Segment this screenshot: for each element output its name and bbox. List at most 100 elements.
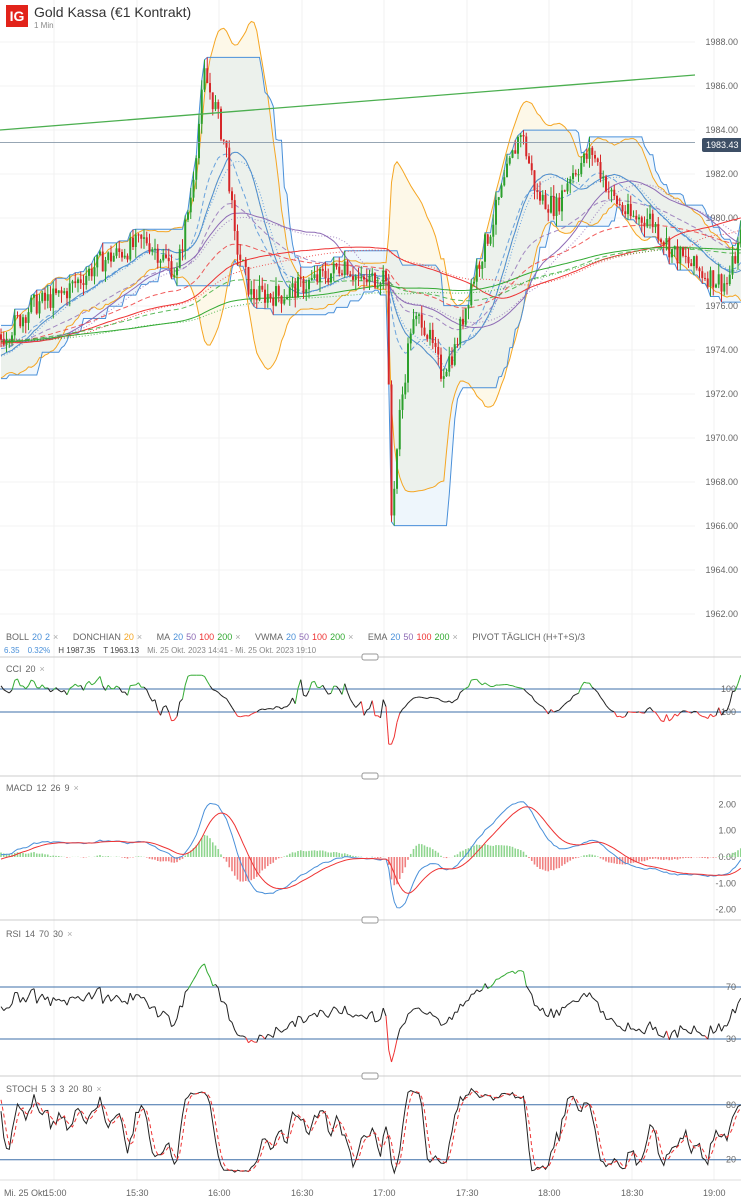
- rsi-line: [512, 970, 516, 974]
- macd-histogram-bar: [2, 853, 5, 857]
- remove-vwma-icon[interactable]: ×: [348, 632, 353, 642]
- rsi-line: [127, 993, 131, 1005]
- cci-line: [173, 716, 178, 721]
- rsi-line: [294, 1016, 299, 1027]
- boll-param: 20: [32, 632, 43, 642]
- macd-histogram-bar: [706, 857, 709, 859]
- panel-resize-handle[interactable]: [361, 653, 379, 661]
- rsi-line: [476, 989, 480, 993]
- rsi-line: [220, 1000, 224, 1003]
- rsi-line: [734, 1003, 739, 1014]
- rsi-line: [729, 1008, 733, 1020]
- candle-down: [145, 237, 148, 244]
- rsi-line: [113, 994, 117, 999]
- panel-resize-handle[interactable]: [361, 1072, 379, 1080]
- macd-histogram-bar: [728, 854, 731, 857]
- ema-param: 100: [416, 632, 432, 642]
- rsi-line: [388, 1049, 392, 1063]
- rsi-line: [534, 1004, 538, 1007]
- candle-up: [379, 284, 382, 287]
- cci-line: [212, 689, 216, 692]
- cci-line: [352, 703, 357, 708]
- ma-label[interactable]: MA: [157, 632, 171, 642]
- macd-histogram-bar: [679, 857, 682, 859]
- cci-line: [404, 702, 409, 707]
- rsi-line: [154, 1006, 159, 1018]
- cci-line: [402, 706, 406, 710]
- rsi-line: [146, 1002, 150, 1009]
- panel-resize-handle[interactable]: [361, 916, 379, 924]
- rsi-name[interactable]: RSI: [6, 929, 21, 939]
- candle-down: [231, 191, 233, 201]
- pivot-label[interactable]: PIVOT TÄGLICH (H+T+S)/3: [472, 632, 585, 642]
- candle-up: [305, 289, 308, 294]
- cci-line: [344, 683, 348, 693]
- candle-up: [473, 281, 475, 284]
- panel-resize-handle[interactable]: [361, 772, 379, 780]
- rsi-line: [635, 1028, 640, 1032]
- macd-histogram-bar: [286, 855, 288, 857]
- remove-rsi-icon[interactable]: ×: [67, 929, 72, 939]
- remove-donchian-icon[interactable]: ×: [137, 632, 142, 642]
- rsi-line: [102, 997, 106, 1004]
- cci-line: [393, 722, 398, 738]
- macd-histogram-bar: [154, 857, 156, 860]
- candle-down: [390, 384, 393, 516]
- macd-histogram-bar: [255, 857, 258, 877]
- cci-line: [278, 706, 282, 710]
- interval-label[interactable]: 1 Min: [34, 21, 54, 30]
- cci-line: [74, 683, 79, 687]
- ema-label[interactable]: EMA: [368, 632, 388, 642]
- donchian-label[interactable]: DONCHIAN: [73, 632, 121, 642]
- cci-line: [704, 716, 709, 720]
- macd-histogram-bar: [646, 857, 649, 861]
- boll-label[interactable]: BOLL: [6, 632, 29, 642]
- candle-up: [602, 176, 605, 179]
- candle-down: [437, 346, 440, 355]
- macd-histogram-bar: [332, 852, 335, 857]
- macd-histogram-bar: [437, 852, 440, 857]
- rsi-line: [305, 1015, 310, 1022]
- cci-name[interactable]: CCI: [6, 664, 22, 674]
- macd-name[interactable]: MACD: [6, 783, 33, 793]
- rsi-line: [171, 1024, 175, 1027]
- rsi-line: [492, 979, 497, 985]
- candle-down: [140, 234, 143, 239]
- candle-down: [387, 281, 390, 385]
- cci-line: [531, 695, 535, 702]
- candle-down: [585, 153, 588, 159]
- stoch-name[interactable]: STOCH: [6, 1084, 37, 1094]
- macd-histogram-bar: [588, 854, 591, 857]
- chart-canvas[interactable]: 1962.00 1964.00 1966.00 1968.00 1970.00 1972.…: [0, 0, 741, 1200]
- macd-histogram-bar: [431, 849, 434, 857]
- remove-cci-icon[interactable]: ×: [40, 664, 45, 674]
- candle-up: [195, 158, 198, 180]
- remove-ma-icon[interactable]: ×: [235, 632, 240, 642]
- ma-param: 100: [199, 632, 215, 642]
- candle-up: [396, 449, 398, 489]
- remove-stoch-icon[interactable]: ×: [96, 1084, 101, 1094]
- candle-up: [33, 294, 35, 298]
- macd-histogram-bar: [599, 857, 602, 859]
- remove-ema-icon[interactable]: ×: [453, 632, 458, 642]
- cci-line: [666, 714, 670, 722]
- macd-param: 12: [36, 783, 47, 793]
- rsi-line: [303, 1020, 307, 1024]
- candle-down: [720, 274, 723, 292]
- cci-line: [28, 679, 32, 686]
- vwma-label[interactable]: VWMA: [255, 632, 283, 642]
- candle-down: [19, 315, 22, 327]
- macd-histogram-bar: [211, 842, 214, 857]
- rsi-line: [619, 1026, 623, 1031]
- cci-line: [61, 690, 65, 693]
- candle-down: [79, 279, 82, 284]
- rsi-line: [413, 1007, 417, 1010]
- cci-line: [314, 681, 318, 688]
- remove-boll-icon[interactable]: ×: [53, 632, 58, 642]
- rsi-line: [399, 1025, 403, 1030]
- remove-macd-icon[interactable]: ×: [74, 783, 79, 793]
- rsi-line: [212, 983, 216, 987]
- macd-histogram-bar: [519, 850, 522, 857]
- macd-histogram-bar: [712, 857, 715, 858]
- macd-histogram-bar: [233, 857, 236, 876]
